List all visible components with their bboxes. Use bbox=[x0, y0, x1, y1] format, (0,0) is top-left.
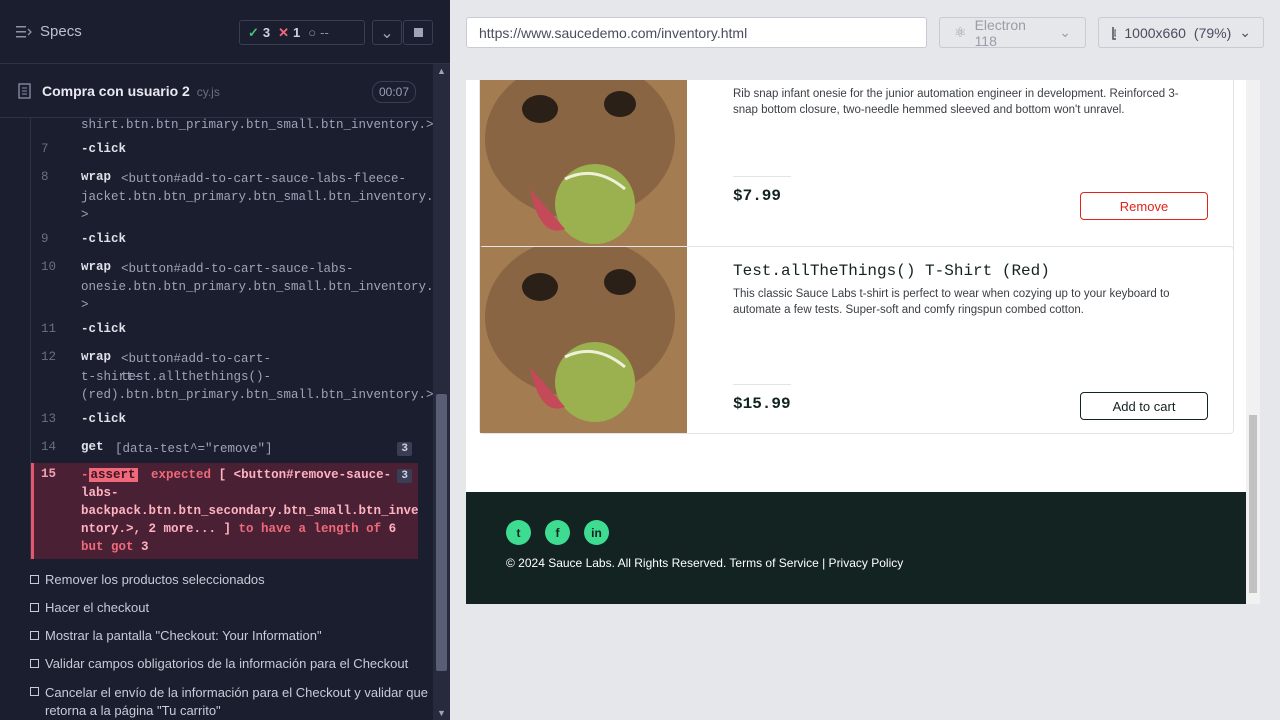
specs-label: Specs bbox=[40, 23, 82, 40]
passed-count: ✓ 3 bbox=[248, 24, 271, 41]
test-list: Remover los productos seleccionados Hace… bbox=[30, 572, 430, 720]
checkbox-icon bbox=[30, 631, 39, 640]
chevron-down-icon: ⌄ bbox=[380, 24, 394, 42]
app-iframe: Rib snap infant onesie for the junior au… bbox=[466, 80, 1260, 604]
pending-count: ○ -- bbox=[308, 25, 329, 40]
footer-copyright: © 2024 Sauce Labs. All Rights Reserved. … bbox=[506, 556, 904, 570]
scroll-up-icon: ▲ bbox=[437, 66, 446, 76]
product-title[interactable]: Test.allTheThings() T-Shirt (Red) bbox=[733, 262, 1050, 280]
test-item[interactable]: Remover los productos seleccionados bbox=[30, 572, 430, 600]
viewport-info[interactable]: 1000x660 (79%) ⌄ bbox=[1098, 17, 1264, 48]
specs-toggle[interactable]: Specs bbox=[16, 23, 82, 40]
stop-icon bbox=[413, 28, 423, 37]
runner-panel: Specs ✓ 3 ✕ 1 ○ -- ⌄ Compra con usuario … bbox=[0, 0, 450, 720]
iframe-scrollbar[interactable] bbox=[1246, 80, 1260, 604]
product-image[interactable] bbox=[480, 247, 687, 433]
failed-count: ✕ 1 bbox=[278, 24, 301, 41]
app-preview: https://www.saucedemo.com/inventory.html… bbox=[450, 0, 1280, 720]
chevron-down-icon: ⌄ bbox=[1059, 24, 1071, 40]
failed-assert-row[interactable]: 15 - assert expected [ <button#remove-sau… bbox=[31, 463, 419, 559]
site-footer: t f in © 2024 Sauce Labs. All Rights Res… bbox=[466, 492, 1246, 604]
test-header[interactable]: Compra con usuario 2 cy.js 00:07 bbox=[0, 64, 432, 118]
ruler-icon bbox=[1112, 26, 1117, 40]
browser-selector[interactable]: ⚛ Electron 118 ⌄ bbox=[939, 17, 1086, 49]
test-item[interactable]: Mostrar la pantalla "Checkout: Your Info… bbox=[30, 628, 430, 656]
test-duration: 00:07 bbox=[371, 81, 416, 103]
product-card: Rib snap infant onesie for the junior au… bbox=[479, 80, 1234, 256]
menu-icon bbox=[16, 25, 32, 37]
runner-topbar: Specs ✓ 3 ✕ 1 ○ -- ⌄ bbox=[0, 0, 450, 64]
test-item[interactable]: Hacer el checkout bbox=[30, 600, 430, 628]
count-badge: 3 bbox=[397, 469, 412, 483]
assert-message: - assert expected [ <button#remove-sauce-… bbox=[81, 468, 419, 554]
add-to-cart-button[interactable]: Add to cart bbox=[1080, 392, 1208, 420]
product-image[interactable] bbox=[480, 80, 687, 255]
checkbox-icon bbox=[30, 575, 39, 584]
checkbox-icon bbox=[30, 687, 39, 696]
twitter-icon[interactable]: t bbox=[506, 520, 531, 545]
test-stats: ✓ 3 ✕ 1 ○ -- bbox=[239, 20, 365, 45]
command-log: shirt.btn.btn_primary.btn_small.btn_inve… bbox=[30, 118, 434, 560]
document-icon bbox=[18, 82, 31, 99]
scrollbar-thumb[interactable] bbox=[1249, 415, 1257, 593]
chevron-down-icon: ⌄ bbox=[1239, 24, 1251, 40]
social-links: t f in bbox=[506, 520, 609, 545]
scroll-down-icon: ▼ bbox=[437, 708, 446, 718]
product-card: Test.allTheThings() T-Shirt (Red) This c… bbox=[479, 246, 1234, 434]
stop-button[interactable] bbox=[403, 20, 433, 45]
chevron-down-button[interactable]: ⌄ bbox=[372, 20, 402, 45]
test-item[interactable]: Cancelar el envío de la información para… bbox=[30, 684, 430, 720]
scrollbar-thumb[interactable] bbox=[436, 394, 447, 671]
count-badge: 3 bbox=[397, 442, 412, 456]
runner-scrollbar[interactable]: ▲ ▼ bbox=[433, 64, 450, 720]
url-bar[interactable]: https://www.saucedemo.com/inventory.html bbox=[466, 17, 927, 48]
facebook-icon[interactable]: f bbox=[545, 520, 570, 545]
linkedin-icon[interactable]: in bbox=[584, 520, 609, 545]
checkbox-icon bbox=[30, 659, 39, 668]
test-title: Compra con usuario 2 cy.js bbox=[42, 82, 220, 99]
checkbox-icon bbox=[30, 603, 39, 612]
test-item[interactable]: Validar campos obligatorios de la inform… bbox=[30, 656, 430, 684]
remove-button[interactable]: Remove bbox=[1080, 192, 1208, 220]
electron-icon: ⚛ bbox=[954, 24, 967, 40]
